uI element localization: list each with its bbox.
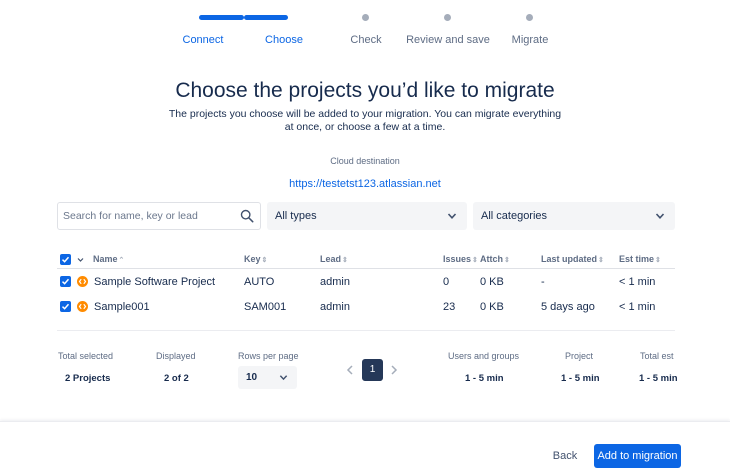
step-migrate-dot [526, 14, 533, 21]
project-lead: admin [320, 301, 350, 313]
project-attachments: 0 KB [480, 301, 504, 313]
chevron-right-icon[interactable] [389, 364, 399, 376]
project-name: Sample001 [94, 301, 150, 313]
back-button[interactable]: Back [546, 444, 584, 468]
sort-icon: ⌃ [118, 257, 125, 264]
project-last-updated: 5 days ago [541, 301, 595, 313]
rows-per-page-select[interactable]: 10 [238, 366, 297, 389]
project-lead: admin [320, 276, 350, 288]
step-connect-progress [199, 15, 244, 20]
page-subtitle: The projects you choose will be added to… [168, 108, 562, 133]
sort-icon: ⇕ [342, 257, 348, 264]
users-groups-value: 1 - 5 min [465, 373, 504, 384]
search-placeholder: Search for name, key or lead [63, 210, 198, 222]
step-check-dot [362, 14, 369, 21]
footer-bar: Back Add to migration [0, 421, 730, 475]
project-icon [77, 276, 88, 287]
type-filter-select[interactable]: All types [267, 202, 467, 230]
project-est-label: Project [565, 351, 594, 361]
category-filter-select[interactable]: All categories [473, 202, 675, 230]
total-est-label: Total est [640, 351, 674, 361]
sort-icon: ⇕ [261, 257, 268, 264]
users-groups-label: Users and groups [448, 351, 520, 361]
column-name[interactable]: Name⌃ [93, 254, 124, 264]
rows-per-page-value: 10 [246, 372, 258, 383]
search-icon[interactable] [240, 209, 254, 223]
sort-icon: ⇕ [598, 257, 604, 264]
select-all-checkbox[interactable] [60, 254, 71, 265]
step-review-dot [444, 14, 451, 21]
column-issues[interactable]: Issues⇕ [443, 254, 478, 264]
project-key: SAM001 [244, 301, 287, 313]
sort-icon: ⇕ [504, 257, 510, 264]
project-name: Sample Software Project [94, 276, 216, 288]
chevron-down-icon [279, 375, 288, 381]
total-selected-label: Total selected [58, 351, 114, 361]
project-attachments: 0 KB [480, 276, 504, 288]
category-filter-value: All categories [481, 210, 548, 222]
table-row[interactable]: Sample Software Project AUTO admin 0 0 K… [57, 270, 675, 295]
total-est-value: 1 - 5 min [639, 373, 678, 384]
project-est-time: < 1 min [619, 276, 656, 288]
rows-per-page-label: Rows per page [238, 351, 299, 361]
project-issues: 0 [443, 276, 450, 288]
cloud-destination-label: Cloud destination [330, 156, 400, 166]
row-checkbox[interactable] [60, 301, 71, 312]
page-title: Choose the projects you’d like to migrat… [175, 79, 555, 102]
cloud-destination-url[interactable]: https://testetst123.atlassian.net [0, 178, 730, 190]
type-filter-value: All types [275, 210, 317, 222]
table-row[interactable]: Sample001 SAM001 admin 23 0 KB 5 days ag… [57, 295, 675, 320]
column-key[interactable]: Key⇕ [244, 254, 267, 264]
project-icon [77, 301, 88, 312]
chevron-left-icon[interactable] [345, 364, 355, 376]
column-lead[interactable]: Lead⇕ [320, 254, 348, 264]
search-input[interactable]: Search for name, key or lead [57, 202, 261, 230]
sort-icon: ⇕ [472, 257, 478, 264]
table-header: Name⌃ Key⇕ Lead⇕ Issues⇕ Attch⇕ Last upd… [57, 250, 675, 269]
chevron-down-icon [447, 213, 457, 219]
project-est-value: 1 - 5 min [561, 373, 600, 384]
chevron-down-icon [655, 213, 665, 219]
sort-icon: ⇕ [655, 257, 661, 264]
project-issues: 23 [443, 301, 456, 313]
displayed-value: 2 of 2 [164, 373, 189, 384]
column-last-updated[interactable]: Last updated⇕ [541, 254, 604, 264]
project-last-updated: - [541, 276, 545, 288]
project-key: AUTO [244, 276, 275, 288]
column-est-time[interactable]: Est time⇕ [619, 254, 661, 264]
add-to-migration-button[interactable]: Add to migration [594, 444, 681, 468]
chevron-down-icon[interactable] [77, 257, 84, 263]
total-selected-value: 2 Projects [65, 373, 111, 384]
pagination-page-1[interactable]: 1 [362, 359, 383, 381]
project-est-time: < 1 min [619, 301, 656, 313]
migration-stepper: Connect Choose Check Review and save Mig… [0, 0, 730, 60]
row-checkbox[interactable] [60, 276, 71, 287]
table-divider [57, 330, 675, 331]
column-attch[interactable]: Attch⇕ [480, 254, 510, 264]
step-migrate-label: Migrate [511, 34, 549, 46]
step-choose-progress [244, 15, 288, 20]
displayed-label: Displayed [156, 351, 196, 361]
